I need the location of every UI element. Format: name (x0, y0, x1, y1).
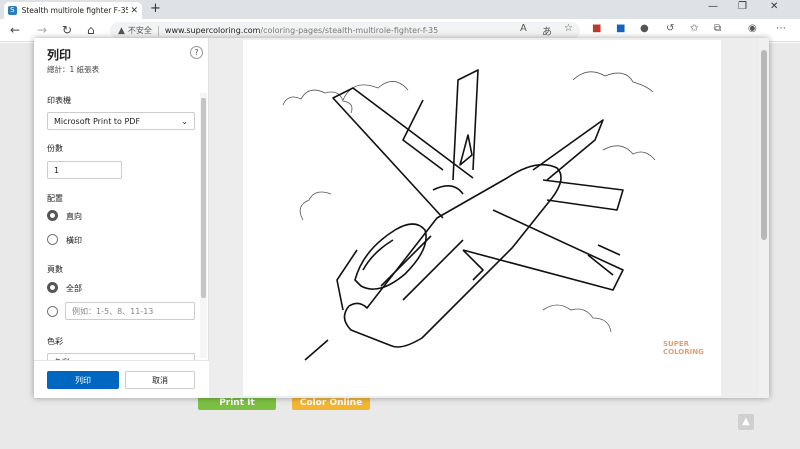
address-divider (157, 25, 159, 36)
layout-portrait-radio[interactable] (47, 210, 58, 221)
print-it-button[interactable]: Print It (198, 396, 276, 410)
preview-scrollbar[interactable] (759, 38, 769, 398)
pages-label: 頁數 (47, 265, 63, 274)
pages-all-label[interactable]: 全部 (66, 283, 82, 294)
tab-strip: S Stealth multirole fighter F-35 co ✕ + … (0, 0, 800, 19)
print-dialog: 列印 總計：1 紙張表 ? 印表機 Microsoft Print to PDF… (34, 38, 769, 398)
close-tab-icon[interactable]: ✕ (130, 6, 138, 16)
layout-portrait-label[interactable]: 直向 (66, 211, 82, 222)
new-tab-button[interactable]: + (150, 1, 161, 16)
settings-scroll-area: 列印 總計：1 紙張表 ? 印表機 Microsoft Print to PDF… (34, 38, 209, 360)
chevron-down-icon: ⌄ (181, 116, 188, 126)
extension-red-icon[interactable]: ■ (592, 23, 601, 34)
more-menu-icon[interactable]: ⋯ (776, 23, 786, 34)
scroll-to-top-icon[interactable]: ▲ (738, 414, 754, 430)
address-path: /coloring-pages/stealth-multirole-fighte… (260, 26, 439, 35)
maximize-icon[interactable]: ❐ (738, 1, 747, 12)
color-select[interactable]: 色彩 ⌄ (47, 353, 195, 360)
printer-label: 印表機 (47, 96, 71, 105)
reload-icon[interactable]: ↻ (62, 23, 72, 37)
favorite-star-icon[interactable]: ☆ (564, 23, 573, 34)
address-bar[interactable]: ▲ 不安全 www.supercoloring.com /coloring-pa… (110, 22, 580, 39)
dialog-footer: 列印 取消 (34, 360, 209, 398)
collections-icon[interactable]: ⧉ (714, 23, 721, 34)
layout-label: 配置 (47, 194, 63, 203)
pages-range-input[interactable]: 例如：1-5、8、11-13 (65, 302, 195, 320)
profile-avatar-icon[interactable]: ◉ (748, 23, 757, 34)
cloud-bottom-right (542, 304, 612, 333)
cancel-button[interactable]: 取消 (125, 371, 195, 389)
printer-value: Microsoft Print to PDF (54, 116, 141, 126)
extension-icon[interactable]: ● (640, 23, 649, 34)
pages-all-radio[interactable] (47, 282, 58, 293)
favorites-icon[interactable]: ✩ (690, 23, 698, 34)
print-dialog-title: 列印 (47, 48, 72, 62)
insecure-label[interactable]: 不安全 (128, 25, 152, 36)
print-preview-area: SUPER COLORING (209, 38, 769, 398)
browser-tab[interactable]: S Stealth multirole fighter F-35 co ✕ (4, 2, 142, 19)
jet-outline (304, 69, 624, 361)
refresh-extension-icon[interactable]: ↺ (666, 23, 674, 34)
tab-title: Stealth multirole fighter F-35 co (21, 6, 129, 15)
minimize-icon[interactable]: — (708, 1, 718, 12)
sheet-total: 總計：1 紙張表 (47, 65, 100, 74)
print-button[interactable]: 列印 (47, 371, 119, 389)
cloud-top (342, 81, 409, 101)
copies-input[interactable]: 1 (47, 161, 122, 179)
preview-scrollbar-thumb[interactable] (761, 50, 767, 240)
color-online-button[interactable]: Color Online (292, 396, 370, 410)
color-label: 色彩 (47, 337, 63, 346)
help-icon[interactable]: ? (190, 46, 203, 59)
supercoloring-watermark: SUPER COLORING (663, 340, 704, 356)
pages-range-radio[interactable] (47, 306, 58, 317)
print-settings-panel: 列印 總計：1 紙張表 ? 印表機 Microsoft Print to PDF… (34, 38, 209, 398)
translate-icon[interactable]: あ (542, 23, 552, 38)
warning-icon[interactable]: ▲ (118, 26, 125, 36)
back-icon[interactable]: ← (10, 23, 20, 37)
printer-select[interactable]: Microsoft Print to PDF ⌄ (47, 112, 195, 130)
preview-sheet: SUPER COLORING (243, 40, 721, 396)
site-favicon-icon: S (8, 6, 17, 15)
address-host: www.supercoloring.com (164, 26, 261, 35)
read-aloud-icon[interactable]: A (520, 23, 527, 34)
extension-blue-icon[interactable]: ■ (616, 23, 625, 34)
settings-scrollbar[interactable] (200, 93, 207, 358)
layout-landscape-label[interactable]: 橫印 (66, 235, 82, 246)
forward-icon[interactable]: → (37, 23, 47, 37)
home-icon[interactable]: ⌂ (87, 23, 95, 37)
cloud-right (602, 145, 656, 161)
copies-label: 份數 (47, 144, 63, 153)
cloud-top-right (572, 71, 654, 93)
window-close-icon[interactable]: ✕ (770, 1, 778, 12)
layout-landscape-radio[interactable] (47, 234, 58, 245)
fighter-jet-illustration (282, 69, 656, 361)
cloud-left (299, 191, 332, 221)
settings-scrollbar-thumb[interactable] (201, 98, 206, 298)
